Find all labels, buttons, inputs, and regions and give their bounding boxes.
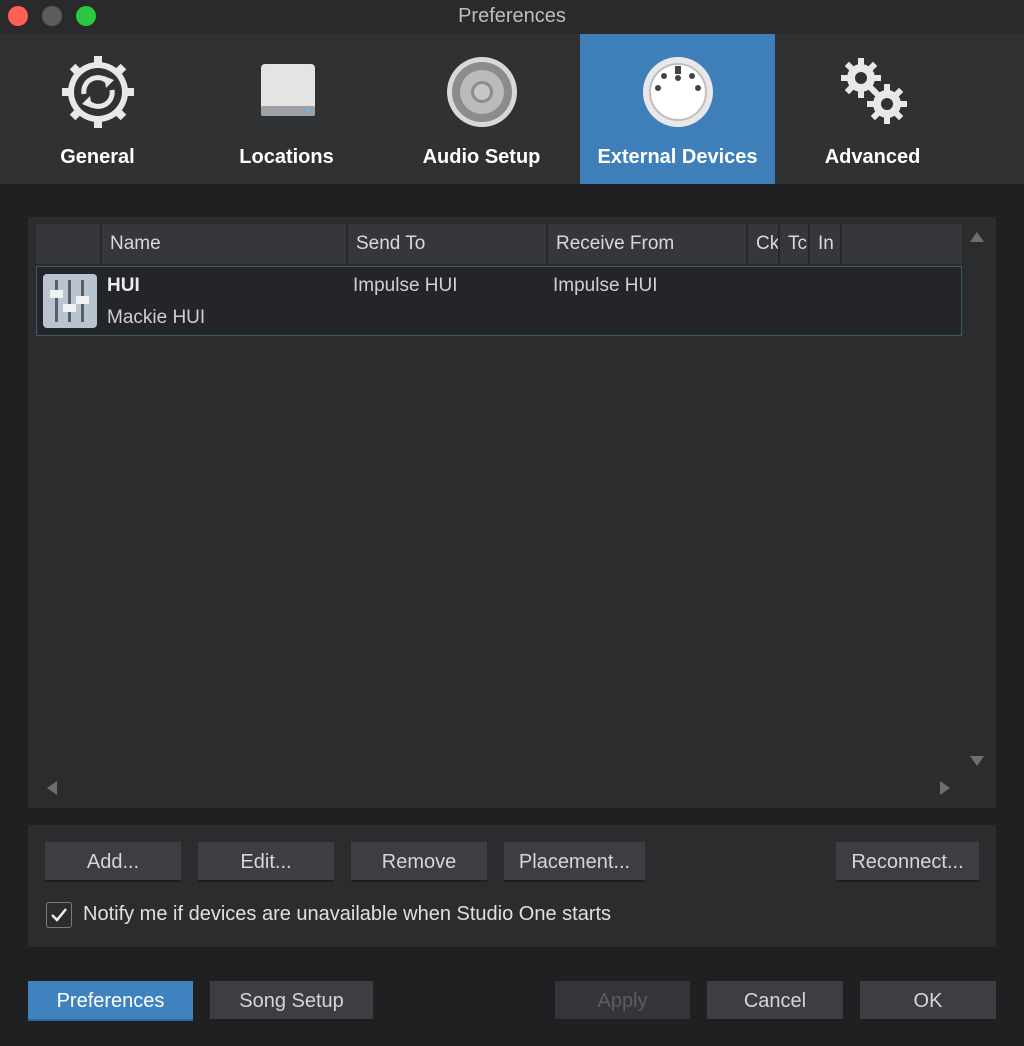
hard-drive-icon [260, 64, 315, 116]
gears-icon [840, 58, 907, 124]
preferences-button[interactable]: Preferences [28, 981, 193, 1021]
speaker-icon [446, 57, 517, 127]
tab-label: Locations [239, 146, 334, 168]
table-row[interactable]: HUI Mackie HUI Impulse HUI Impulse HUI [36, 266, 962, 336]
song-setup-button[interactable]: Song Setup [210, 981, 373, 1021]
reconnect-button[interactable]: Reconnect... [836, 842, 979, 882]
scroll-down-arrow-icon[interactable] [970, 756, 984, 766]
placement-button[interactable]: Placement... [504, 842, 645, 882]
column-header-receive-from[interactable]: Receive From [548, 224, 748, 264]
column-header-name[interactable]: Name [102, 224, 348, 264]
notify-checkbox-label[interactable]: Notify me if devices are unavailable whe… [83, 903, 611, 926]
sync-gear-icon [61, 56, 134, 128]
scroll-right-arrow-icon[interactable] [940, 781, 950, 795]
title-bar: Preferences [0, 0, 1024, 34]
mixer-fader-icon [43, 274, 97, 328]
apply-button[interactable]: Apply [555, 981, 690, 1021]
preferences-toolbar: General Locations Audio Setup External D… [0, 34, 1024, 184]
tab-label: Audio Setup [422, 146, 541, 168]
column-header-tc[interactable]: Tc [780, 224, 810, 264]
edit-button[interactable]: Edit... [198, 842, 334, 882]
column-header-icon [36, 224, 102, 264]
notify-checkbox[interactable] [46, 902, 72, 928]
device-receive-from: Impulse HUI [553, 275, 658, 296]
tab-audio-setup[interactable]: Audio Setup [384, 34, 579, 184]
tab-label: Advanced [824, 146, 921, 168]
device-model: Mackie HUI [107, 307, 206, 328]
tab-external-devices[interactable]: External Devices [580, 34, 775, 184]
scroll-left-arrow-icon[interactable] [47, 781, 57, 795]
table-header: Name Send To Receive From Ck Tc In [36, 224, 962, 264]
window-title: Preferences [458, 5, 566, 27]
column-header-ck[interactable]: Ck [748, 224, 780, 264]
column-header-in[interactable]: In [810, 224, 842, 264]
checkmark-icon [51, 908, 67, 922]
cancel-button[interactable]: Cancel [707, 981, 843, 1021]
tab-advanced[interactable]: Advanced [775, 34, 970, 184]
ok-button[interactable]: OK [860, 981, 996, 1021]
tab-locations[interactable]: Locations [189, 34, 384, 184]
add-button[interactable]: Add... [45, 842, 181, 882]
scroll-up-arrow-icon[interactable] [970, 232, 984, 242]
device-name: HUI [107, 275, 140, 296]
midi-connector-icon [642, 57, 713, 127]
device-table: Name Send To Receive From Ck Tc In HUI M… [36, 224, 962, 786]
tab-general[interactable]: General [0, 34, 195, 184]
column-header-send-to[interactable]: Send To [348, 224, 548, 264]
device-send-to: Impulse HUI [353, 275, 458, 296]
tab-label: General [60, 146, 135, 168]
remove-button[interactable]: Remove [351, 842, 487, 882]
tab-label: External Devices [597, 146, 758, 168]
